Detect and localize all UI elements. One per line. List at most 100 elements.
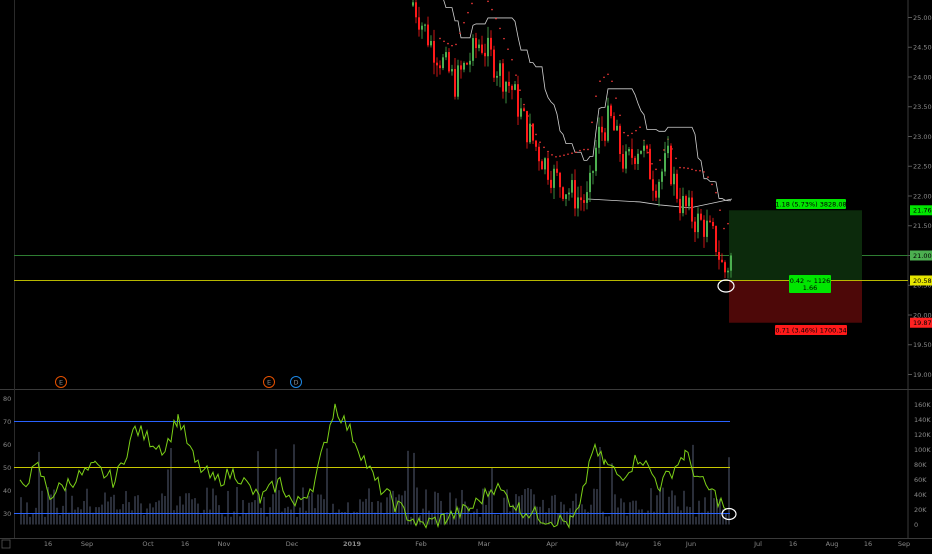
psar-dot — [715, 191, 717, 194]
psar-dot — [559, 155, 561, 157]
psar-dot — [443, 40, 445, 43]
psar-dot — [515, 74, 517, 76]
candle-body — [544, 158, 546, 170]
candle-body — [511, 85, 513, 90]
indicator-tick-label: 30 — [3, 510, 11, 518]
volume-bar — [161, 493, 163, 525]
volume-tick-label: 40K — [914, 491, 927, 499]
volume-bar — [545, 512, 547, 525]
volume-bar — [185, 493, 187, 525]
chart-window[interactable]: 25.00 24.50 24.00 23.50 23.00 22.50 22.00 21.50… — [0, 0, 932, 550]
volume-tick-label: 140K — [914, 416, 931, 424]
volume-bar — [524, 489, 526, 525]
candle-body — [688, 197, 690, 207]
volume-bar — [212, 488, 214, 525]
candle-body — [595, 147, 597, 172]
volume-bar — [365, 498, 367, 525]
psar-dot — [687, 167, 689, 170]
candle-body — [412, 2, 414, 6]
volume-bar — [218, 505, 220, 525]
psar-dot — [619, 114, 621, 117]
volume-bar — [101, 504, 103, 525]
price-tick-label: 22.50 — [913, 163, 932, 171]
time-tick-label: Nov — [218, 540, 231, 548]
volume-bar — [650, 488, 652, 525]
volume-bar — [383, 513, 385, 525]
candle-body — [727, 270, 729, 273]
time-zone-button[interactable] — [1, 539, 11, 549]
volume-bar — [59, 515, 61, 525]
time-tick-label: May — [615, 540, 629, 548]
psar-dot — [459, 32, 461, 35]
volume-bar — [527, 487, 529, 525]
candle-body — [508, 81, 510, 86]
psar-dot — [603, 76, 605, 79]
candle-body — [724, 262, 726, 273]
psar-dot — [659, 159, 661, 161]
candle-body — [568, 192, 570, 195]
volume-bar — [110, 496, 112, 525]
volume-bar — [308, 495, 310, 525]
psar-dot — [663, 149, 665, 151]
psar-dot — [467, 11, 469, 14]
volume-bar — [659, 487, 661, 525]
psar-dot — [471, 2, 473, 5]
candle-body — [721, 259, 723, 263]
psar-dot — [519, 89, 521, 91]
candle-body — [667, 145, 669, 154]
volume-bar — [242, 500, 244, 525]
candle-body — [643, 145, 645, 151]
volume-bar — [677, 506, 679, 525]
volume-bar — [608, 516, 610, 525]
volume-bar — [113, 494, 115, 525]
candle-body — [490, 37, 492, 50]
volume-bar — [554, 494, 556, 525]
price-tick-label: 21.50 — [913, 222, 932, 230]
candle-body — [496, 75, 498, 78]
time-tick-label: Aug — [826, 540, 839, 548]
volume-bar — [521, 495, 523, 525]
volume-tick-label: 120K — [914, 431, 931, 439]
volume-bar — [644, 512, 646, 525]
volume-bar — [68, 512, 70, 525]
candle-body — [607, 105, 609, 141]
volume-bar — [86, 488, 88, 525]
volume-bar — [449, 492, 451, 525]
candle-body — [550, 179, 552, 188]
candle-body — [622, 154, 624, 169]
volume-bar — [500, 513, 502, 525]
volume-bar — [92, 512, 94, 525]
volume-bar — [209, 509, 211, 525]
volume-bar — [89, 506, 91, 525]
candle-body — [421, 25, 423, 30]
indicator-tick-label: 40 — [3, 487, 11, 495]
volume-bar — [122, 504, 124, 525]
price-tag-label: 21.00 — [913, 252, 932, 260]
candle-body — [481, 44, 483, 53]
time-tick-label: 16 — [653, 540, 661, 548]
upper-envelope — [443, 0, 731, 202]
volume-bar — [35, 507, 37, 525]
volume-bar — [299, 507, 301, 525]
psar-dot — [523, 103, 525, 106]
candle-body — [583, 200, 585, 203]
volume-bar — [335, 512, 337, 525]
volume-bar — [83, 501, 85, 525]
psar-dot — [507, 48, 509, 50]
volume-bar — [485, 504, 487, 525]
volume-bar — [377, 501, 379, 525]
volume-bar — [323, 499, 325, 525]
candle-body — [475, 38, 477, 49]
volume-bar — [611, 463, 613, 525]
event-marker-label: E — [267, 378, 271, 386]
volume-bar — [119, 509, 121, 525]
volume-bar — [635, 500, 637, 525]
volume-bar — [317, 494, 319, 525]
volume-bar — [182, 504, 184, 525]
candle-body — [679, 198, 681, 214]
volume-bar — [167, 469, 169, 525]
psar-dot — [575, 151, 577, 154]
volume-bar — [305, 510, 307, 525]
price-tag-label: 20.58 — [913, 277, 932, 285]
chart-canvas[interactable]: 25.00 24.50 24.00 23.50 23.00 22.50 22.00 21.50… — [0, 0, 932, 550]
